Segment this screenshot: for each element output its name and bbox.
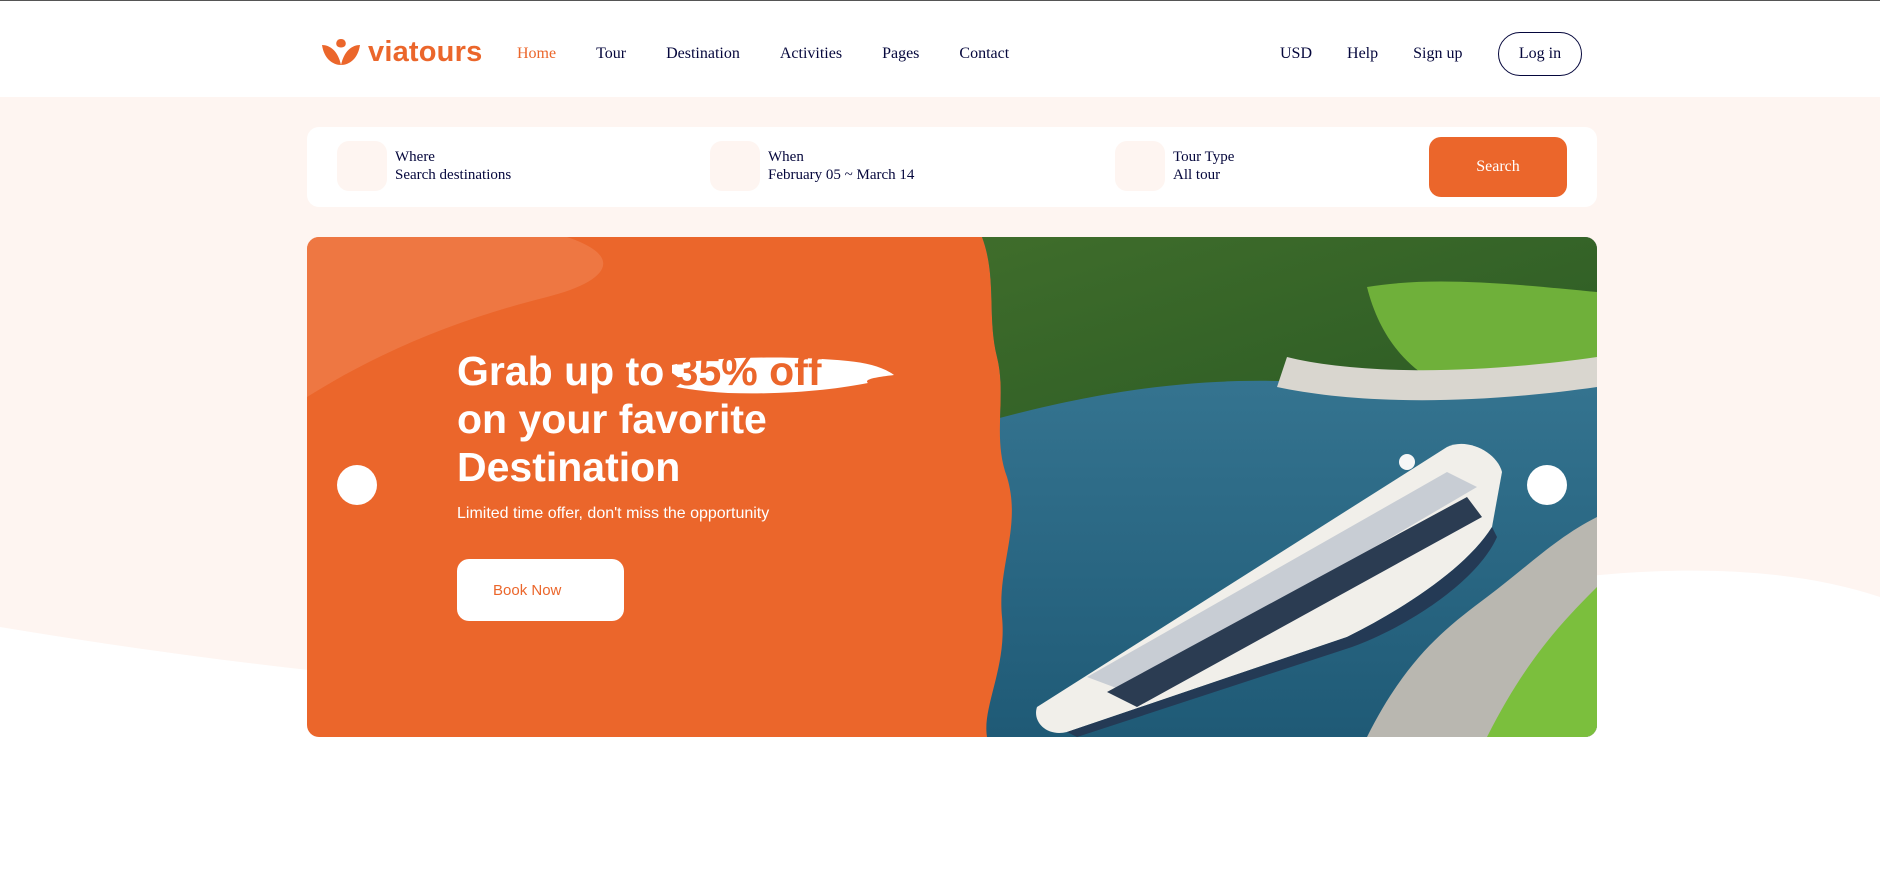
signup-link[interactable]: Sign up: [1413, 45, 1462, 63]
site-header: viatours Home Tour Destination Activitie…: [0, 1, 1880, 97]
hero-subtitle: Limited time offer, don't miss the oppor…: [457, 505, 770, 522]
hero-title: Grab up to 35% off on your favorite Dest…: [457, 347, 977, 491]
hero-title-line2: on your favorite: [457, 396, 767, 442]
nav-activities[interactable]: Activities: [780, 45, 842, 63]
when-label: When: [768, 149, 804, 165]
tour-type-icon: [1115, 141, 1165, 191]
nav-pages[interactable]: Pages: [882, 45, 919, 63]
currency-selector[interactable]: USD: [1280, 45, 1312, 63]
tour-type-label: Tour Type: [1173, 149, 1235, 165]
search-when-field[interactable]: When February 05 ~ March 14: [710, 141, 914, 191]
nav-contact[interactable]: Contact: [959, 45, 1009, 63]
search-where-field[interactable]: Where Search destinations: [337, 141, 511, 191]
nav-home[interactable]: Home: [517, 45, 556, 63]
hero-title-highlight: 35% off: [675, 348, 822, 394]
login-button[interactable]: Log in: [1498, 32, 1582, 76]
location-pin-icon: [337, 141, 387, 191]
hero-title-prefix: Grab up to: [457, 348, 665, 394]
brand-name: viatours: [368, 35, 483, 68]
search-bar: Where Search destinations When February …: [307, 127, 1597, 207]
header-actions: USD Help Sign up: [1280, 45, 1462, 63]
when-value[interactable]: February 05 ~ March 14: [768, 166, 914, 184]
search-tour-type-field[interactable]: Tour Type All tour: [1115, 141, 1234, 191]
where-label: Where: [395, 149, 435, 165]
where-value[interactable]: Search destinations: [395, 166, 511, 184]
nav-destination[interactable]: Destination: [666, 45, 740, 63]
slider-next-button[interactable]: [1527, 465, 1567, 505]
tour-type-value[interactable]: All tour: [1173, 166, 1234, 184]
help-link[interactable]: Help: [1347, 45, 1378, 63]
main-nav: Home Tour Destination Activities Pages C…: [517, 45, 1049, 63]
brand-logo[interactable]: viatours: [320, 35, 482, 69]
nav-tour[interactable]: Tour: [596, 45, 626, 63]
search-button[interactable]: Search: [1429, 137, 1567, 197]
book-now-button[interactable]: Book Now: [457, 559, 624, 621]
calendar-icon: [710, 141, 760, 191]
slider-prev-button[interactable]: [337, 465, 377, 505]
hero-banner: Grab up to 35% off on your favorite Dest…: [307, 237, 1597, 737]
hero-title-line3: Destination: [457, 444, 681, 490]
viatours-flower-icon: [322, 39, 360, 65]
